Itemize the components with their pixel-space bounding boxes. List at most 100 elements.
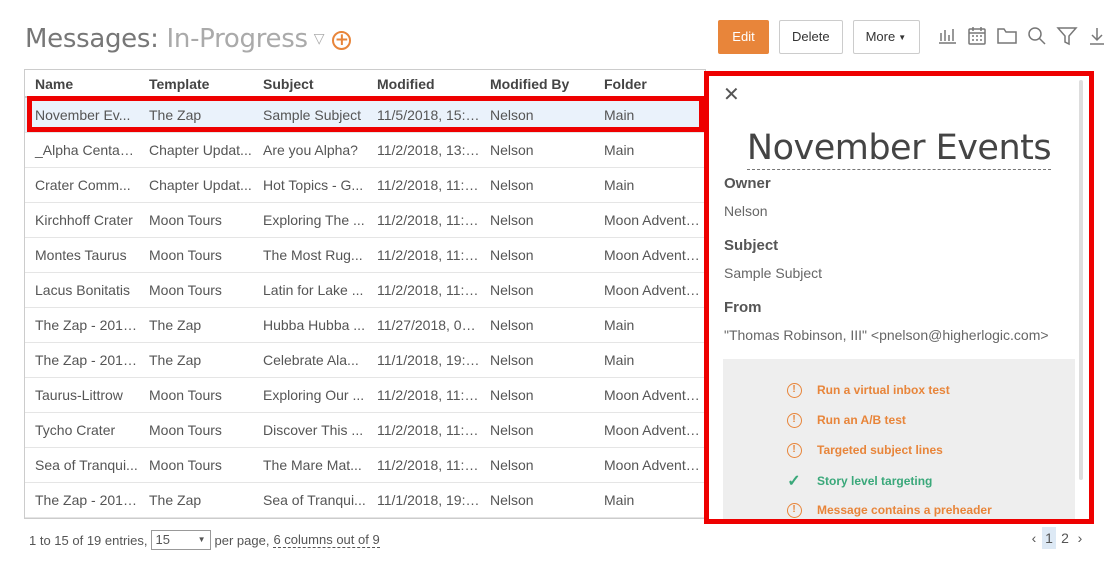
column-header-modified-by[interactable]: Modified By bbox=[480, 70, 594, 96]
cell-template: Moon Tours bbox=[149, 282, 222, 298]
cell-subject: Discover This ... bbox=[263, 422, 364, 438]
edit-button[interactable]: Edit bbox=[718, 20, 769, 54]
cell-modified-by: Nelson bbox=[490, 317, 534, 333]
page-title: Messages: In-Progress ▽ + bbox=[25, 24, 352, 54]
cell-modified: 11/2/2018, 13:2... bbox=[377, 142, 480, 158]
column-header-modified[interactable]: Modified bbox=[367, 70, 480, 96]
page-2[interactable]: 2 bbox=[1058, 527, 1072, 549]
from-label: From bbox=[724, 299, 762, 316]
best-practices-panel: ! Run a virtual inbox test ! Run an A/B te… bbox=[723, 359, 1075, 519]
pagination: ‹ 1 2 › bbox=[1027, 527, 1087, 549]
cell-template: Chapter Updat... bbox=[149, 177, 252, 193]
warning-circle-icon: ! bbox=[786, 383, 802, 398]
cell-subject: Sea of Tranqui... bbox=[263, 492, 366, 508]
cell-modified: 11/2/2018, 11:31... bbox=[377, 247, 480, 263]
cell-subject: Are you Alpha? bbox=[263, 142, 358, 158]
cell-name: Montes Taurus bbox=[35, 247, 127, 263]
column-header-name[interactable]: Name bbox=[25, 70, 139, 96]
tip-item[interactable]: ! Message contains a preheader bbox=[785, 501, 992, 518]
detail-panel: ✕ November Events Owner Nelson Subject S… bbox=[704, 71, 1094, 524]
warning-circle-icon: ! bbox=[786, 443, 802, 458]
table-row[interactable]: Crater Comm... Chapter Updat... Hot Topics… bbox=[25, 168, 705, 203]
per-page-value: 15 bbox=[155, 532, 170, 547]
cell-name: Tycho Crater bbox=[35, 422, 116, 438]
table-row[interactable]: The Zap - 2018... The Zap Hubba Hubba ... 1… bbox=[25, 308, 705, 343]
cell-subject: Hubba Hubba ... bbox=[263, 317, 365, 333]
cell-folder: Main bbox=[604, 107, 635, 123]
table-row[interactable]: The Zap - 2018... The Zap Sea of Tranqui..… bbox=[25, 483, 705, 518]
cell-modified-by: Nelson bbox=[490, 247, 534, 263]
cell-template: The Zap bbox=[149, 107, 202, 123]
cell-name: Lacus Bonitatis bbox=[35, 282, 130, 298]
table-row[interactable]: _Alpha Centau... Chapter Updat... Are you … bbox=[25, 133, 705, 168]
table-row[interactable]: Sea of Tranqui... Moon Tours The Mare Mat.… bbox=[25, 448, 705, 483]
cell-modified-by: Nelson bbox=[490, 422, 534, 438]
table-row[interactable]: Montes Taurus Moon Tours The Most Rug... 11… bbox=[25, 238, 705, 273]
column-header-template[interactable]: Template bbox=[139, 70, 253, 96]
table-row[interactable]: November Ev... The Zap Sample Subject 11/5/… bbox=[25, 98, 705, 133]
cell-subject: Exploring Our ... bbox=[263, 387, 365, 403]
column-header-folder[interactable]: Folder bbox=[594, 70, 704, 96]
subject-label: Subject bbox=[724, 237, 779, 254]
table-row[interactable]: The Zap - 2018... The Zap Celebrate Ala...… bbox=[25, 343, 705, 378]
table-row[interactable]: Tycho Crater Moon Tours Discover This ... 1… bbox=[25, 413, 705, 448]
per-page-select[interactable]: 15 ▼ bbox=[150, 530, 211, 550]
page-1[interactable]: 1 bbox=[1042, 527, 1056, 549]
cell-modified-by: Nelson bbox=[490, 177, 534, 193]
cell-modified: 11/2/2018, 11:2... bbox=[377, 177, 480, 193]
table-row[interactable]: Lacus Bonitatis Moon Tours Latin for Lake … bbox=[25, 273, 705, 308]
chevron-down-icon[interactable]: ▽ bbox=[314, 31, 325, 47]
tip-item[interactable]: ✓ Story level targeting bbox=[785, 471, 932, 491]
cell-modified: 11/1/2018, 19:15... bbox=[377, 492, 480, 508]
bar-chart-icon[interactable] bbox=[936, 25, 960, 49]
cell-template: Moon Tours bbox=[149, 422, 222, 438]
checkmark-icon: ✓ bbox=[787, 473, 801, 490]
folder-icon[interactable] bbox=[996, 25, 1020, 49]
close-icon[interactable]: ✕ bbox=[723, 82, 740, 107]
cell-folder: Moon Adventu... bbox=[604, 212, 704, 228]
filter-icon[interactable] bbox=[1055, 25, 1080, 49]
messages-table: Name Template Subject Modified Modified … bbox=[24, 69, 706, 519]
cell-name: The Zap - 2018... bbox=[35, 492, 139, 508]
caret-down-icon: ▼ bbox=[898, 33, 907, 42]
column-header-subject[interactable]: Subject bbox=[253, 70, 367, 96]
cell-folder: Moon Adventu... bbox=[604, 282, 704, 298]
cell-modified: 11/2/2018, 11:0... bbox=[377, 457, 480, 473]
cell-name: Crater Comm... bbox=[35, 177, 131, 193]
page-title-label: Messages: bbox=[25, 24, 159, 54]
cell-modified-by: Nelson bbox=[490, 107, 534, 123]
columns-selector-link[interactable]: 6 columns out of 9 bbox=[273, 532, 380, 548]
more-button-label: More bbox=[865, 29, 896, 44]
cell-subject: Sample Subject bbox=[263, 107, 362, 123]
table-header: Name Template Subject Modified Modified … bbox=[25, 70, 705, 98]
cell-subject: Exploring The ... bbox=[263, 212, 365, 228]
cell-name: November Ev... bbox=[35, 107, 131, 123]
cell-template: Moon Tours bbox=[149, 247, 222, 263]
download-icon[interactable] bbox=[1086, 25, 1110, 49]
delete-button[interactable]: Delete bbox=[779, 20, 843, 54]
tip-item[interactable]: ! Run an A/B test bbox=[785, 411, 906, 428]
chevron-left-icon[interactable]: ‹ bbox=[1027, 530, 1041, 546]
calendar-icon[interactable] bbox=[966, 25, 990, 49]
cell-subject: Hot Topics - G... bbox=[263, 177, 364, 193]
tip-label: Story level targeting bbox=[817, 474, 933, 488]
tip-label: Run a virtual inbox test bbox=[817, 382, 950, 397]
tip-item[interactable]: ! Targeted subject lines bbox=[785, 441, 943, 458]
detail-title[interactable]: November Events bbox=[746, 128, 1052, 170]
search-icon[interactable] bbox=[1026, 25, 1050, 49]
entries-count: 1 to 15 of 19 entries, bbox=[29, 532, 148, 548]
more-button[interactable]: More ▼ bbox=[852, 20, 920, 54]
view-selector[interactable]: In-Progress bbox=[167, 24, 308, 54]
add-circle-icon[interactable]: + bbox=[332, 31, 352, 50]
table-footer: 1 to 15 of 19 entries, 15 ▼ per page, 6 c… bbox=[29, 530, 380, 550]
cell-modified: 11/2/2018, 11:3... bbox=[377, 387, 480, 403]
cell-folder: Moon Adventu... bbox=[604, 457, 704, 473]
tip-item[interactable]: ! Run a virtual inbox test bbox=[785, 381, 950, 398]
table-row[interactable]: Taurus-Littrow Moon Tours Exploring Our ..… bbox=[25, 378, 705, 413]
cell-name: The Zap - 2018... bbox=[35, 317, 139, 333]
cell-modified: 11/2/2018, 11:2... bbox=[377, 212, 480, 228]
cell-modified: 11/2/2018, 11:3... bbox=[377, 282, 480, 298]
chevron-right-icon[interactable]: › bbox=[1073, 530, 1087, 546]
table-row[interactable]: Kirchhoff Crater Moon Tours Exploring The … bbox=[25, 203, 705, 238]
tip-label: Run an A/B test bbox=[817, 412, 906, 427]
